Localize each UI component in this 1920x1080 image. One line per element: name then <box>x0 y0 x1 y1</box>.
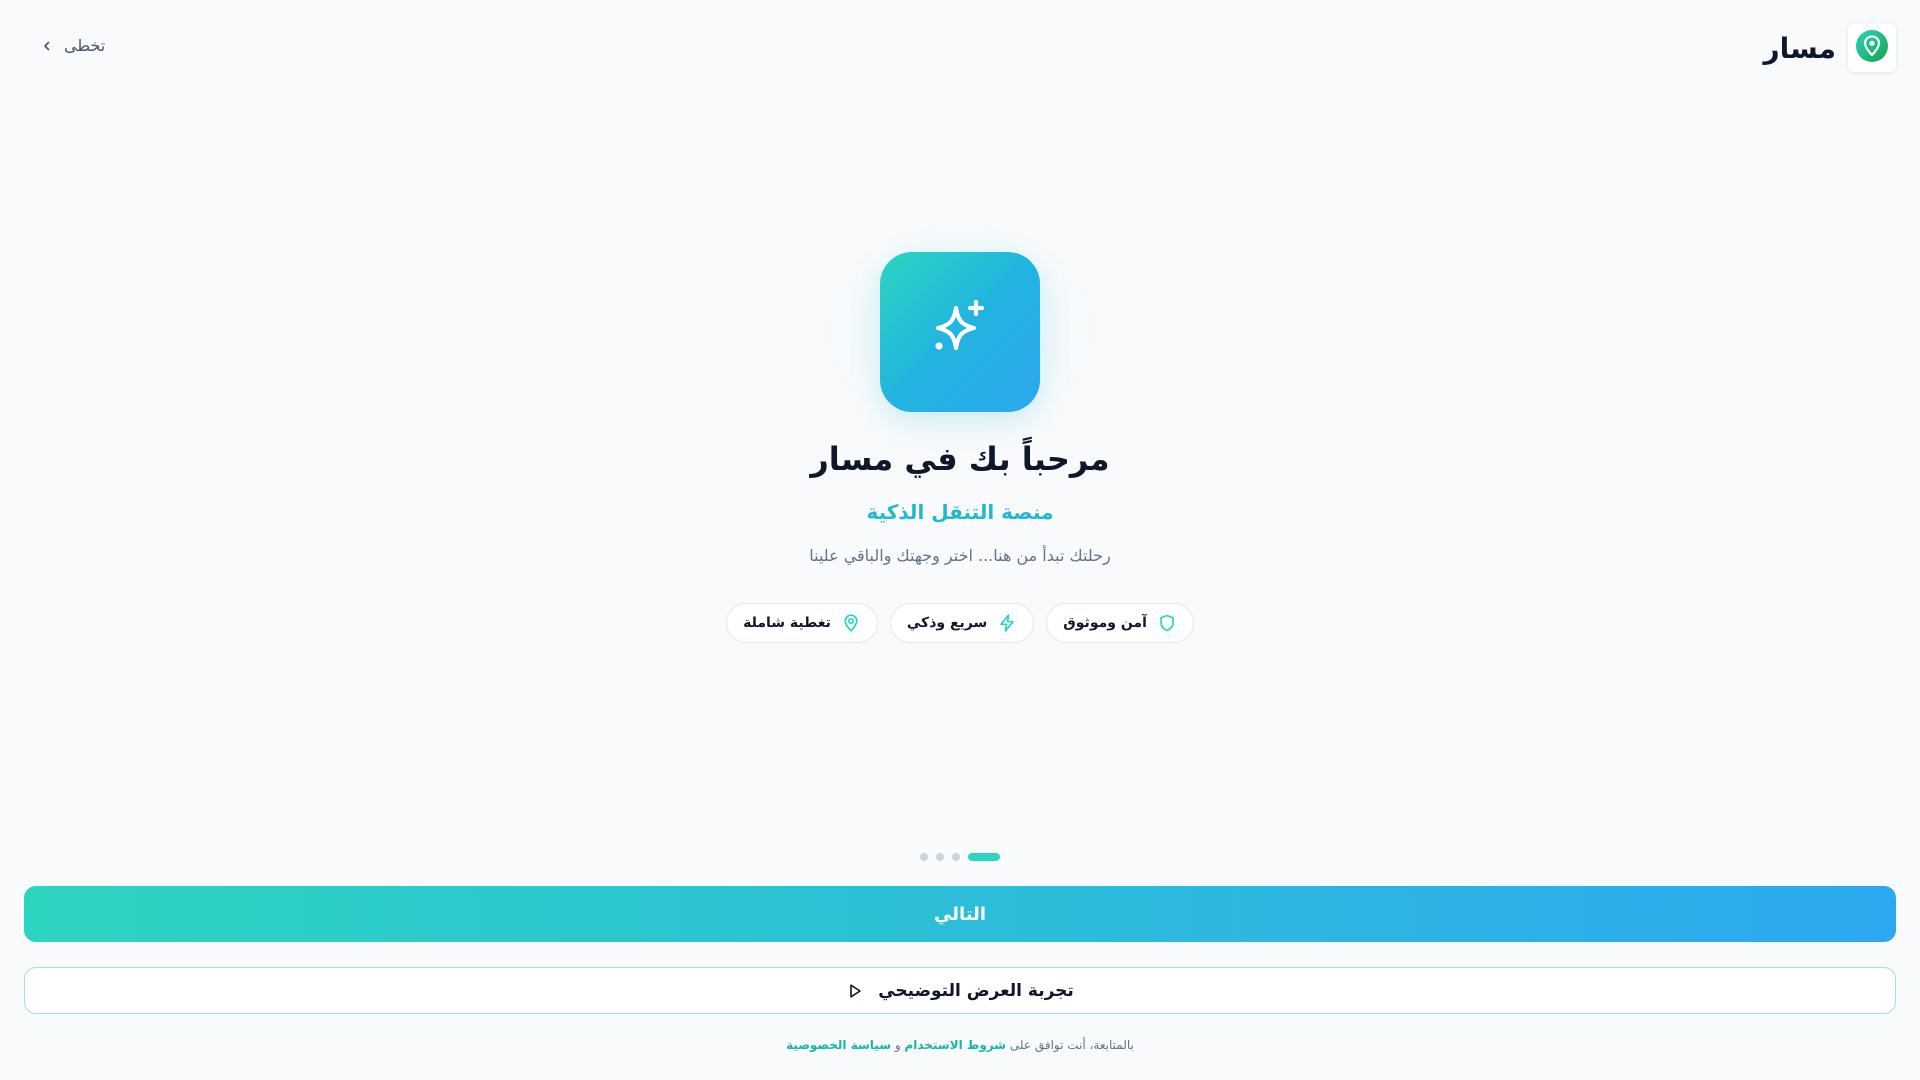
feature-chip-label: تغطية شاملة <box>743 615 831 631</box>
map-pin-icon <box>1855 29 1889 67</box>
feature-chip-coverage: تغطية شاملة <box>726 603 878 643</box>
skip-label: تخطى <box>64 36 106 55</box>
feature-chip-label: آمن وموثوق <box>1063 615 1147 631</box>
pager-dot[interactable] <box>952 853 960 861</box>
onboarding-pager <box>0 853 1920 861</box>
terms-prefix: بالمتابعة، أنت توافق على <box>1009 1038 1134 1052</box>
app-logo: مسار <box>1764 24 1896 72</box>
next-button[interactable]: التالي <box>24 886 1896 942</box>
welcome-description: رحلتك تبدأ من هنا... اختر وجهتك والباقي … <box>809 546 1111 565</box>
pager-dot[interactable] <box>936 853 944 861</box>
hero-illustration <box>880 252 1040 412</box>
shield-icon <box>1157 613 1177 633</box>
skip-button[interactable]: تخطى <box>40 36 105 55</box>
feature-chip-label: سريع وذكي <box>906 615 988 631</box>
chevron-left-icon <box>40 39 54 53</box>
play-icon <box>846 982 864 1000</box>
feature-chip-fast: سريع وذكي <box>889 603 1035 643</box>
terms-notice: بالمتابعة، أنت توافق على شروط الاستخدام … <box>0 1038 1920 1052</box>
logo-badge <box>1848 24 1896 72</box>
welcome-subtitle: منصة التنقل الذكية <box>866 500 1054 524</box>
lightning-icon <box>997 613 1017 633</box>
terms-of-use-link[interactable]: شروط الاستخدام <box>904 1038 1006 1052</box>
welcome-title: مرحباً بك في مسار <box>810 440 1110 478</box>
map-pin-icon <box>841 613 861 633</box>
demo-button-label: تجربة العرض التوضيحي <box>878 980 1074 1001</box>
terms-conjunction: و <box>894 1038 901 1052</box>
pager-dot-active[interactable] <box>968 853 1000 861</box>
sparkles-icon <box>924 294 996 370</box>
app-name: مسار <box>1763 31 1836 65</box>
feature-chips: آمن وموثوق سريع وذكي تغطية شاملة <box>0 603 1920 643</box>
demo-button[interactable]: تجربة العرض التوضيحي <box>24 967 1896 1014</box>
privacy-policy-link[interactable]: سياسة الخصوصية <box>786 1038 891 1052</box>
pager-dot[interactable] <box>920 853 928 861</box>
feature-chip-secure: آمن وموثوق <box>1046 603 1194 643</box>
